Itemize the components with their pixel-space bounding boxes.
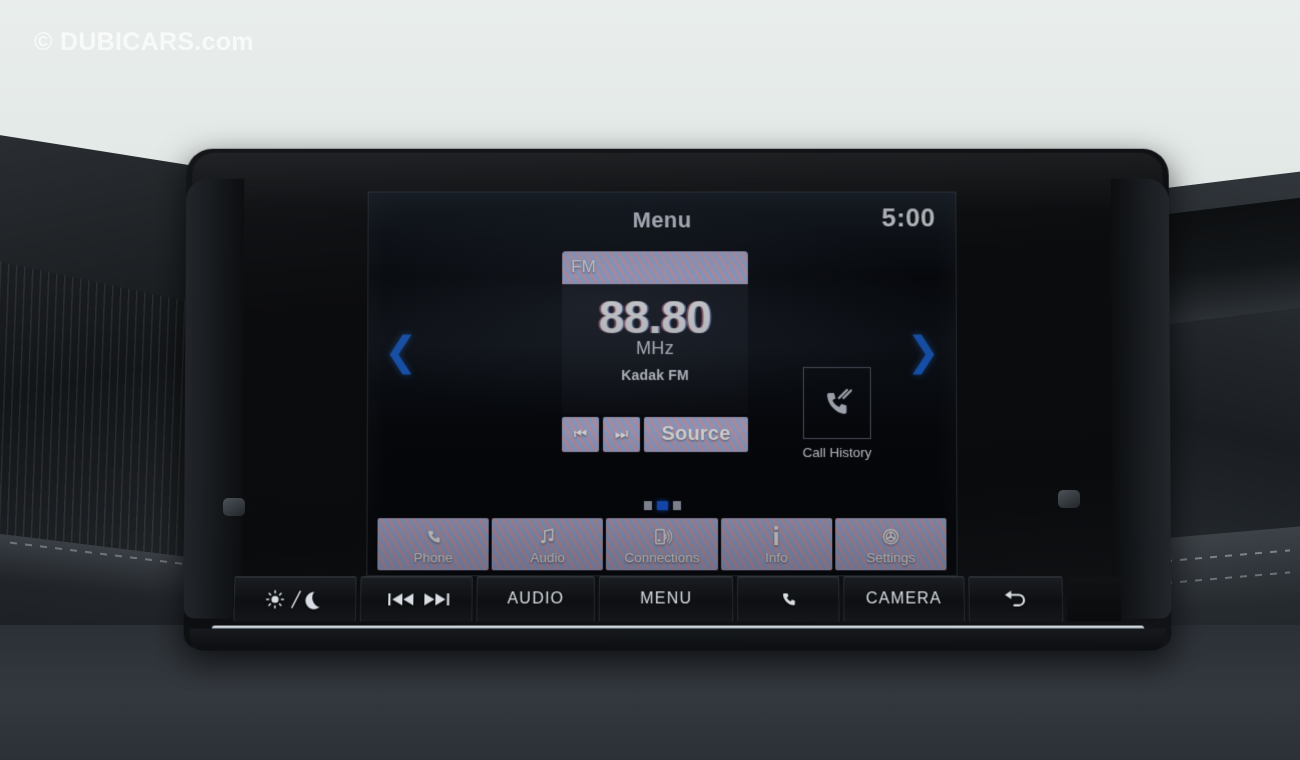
- hardkey-blank: [1066, 576, 1122, 622]
- track-prev-next-icon: [380, 590, 452, 608]
- volume-knob-dimple: [223, 498, 245, 516]
- skip-backward-icon: ⏮: [573, 426, 588, 444]
- page-indicator: [368, 501, 957, 511]
- fm-frequency-unit: MHz: [636, 338, 674, 359]
- app-tile-label: Settings: [866, 550, 916, 566]
- app-tile-label: Audio: [530, 550, 565, 566]
- housing-base: [189, 628, 1166, 651]
- clock: 5:00: [881, 202, 936, 233]
- call-history-label: Call History: [802, 445, 872, 461]
- app-shortcut-bar: Phone Audio Connections Info Settings: [377, 518, 947, 571]
- app-tile-label: Info: [765, 550, 788, 566]
- housing-right-bevel: [1110, 178, 1172, 619]
- infotainment-screen[interactable]: Menu 5:00 ❮ ❯ FM 88.80 MHz Kadak FM ⏮ ⏭ …: [367, 192, 957, 576]
- page-dot-active[interactable]: [656, 501, 668, 511]
- head-unit-housing: Menu 5:00 ❮ ❯ FM 88.80 MHz Kadak FM ⏮ ⏭ …: [183, 148, 1172, 651]
- housing-left-bevel: [183, 178, 245, 619]
- fm-frequency: 88.80: [598, 291, 712, 344]
- hardkey-phone[interactable]: [737, 576, 840, 622]
- app-tile-phone[interactable]: Phone: [377, 518, 489, 571]
- chevron-left-icon[interactable]: ❮: [384, 330, 418, 374]
- page-dot[interactable]: [672, 501, 681, 511]
- call-history-tile: [802, 367, 872, 440]
- hardkey-menu[interactable]: MENU: [599, 576, 734, 622]
- music-note-icon: [537, 523, 558, 549]
- watermark: © DUBICARS.com: [34, 28, 254, 56]
- skip-backward-button[interactable]: ⏮: [561, 417, 599, 453]
- skip-forward-button[interactable]: ⏭: [602, 417, 640, 453]
- app-tile-connections[interactable]: Connections: [606, 518, 718, 571]
- app-tile-audio[interactable]: Audio: [491, 518, 604, 571]
- chevron-right-icon[interactable]: ❯: [906, 330, 940, 374]
- brightness-day-night-icon: [263, 587, 328, 611]
- fm-widget-header: FM: [562, 251, 748, 285]
- tune-scroll-knob-dimple: [1058, 490, 1080, 508]
- app-tile-info[interactable]: Info: [720, 518, 833, 571]
- phone-connect-icon: [650, 523, 673, 549]
- info-i-icon: [770, 523, 782, 549]
- call-history-shortcut[interactable]: Call History: [798, 367, 876, 467]
- fm-station-name: Kadak FM: [621, 367, 689, 384]
- app-tile-label: Phone: [413, 550, 453, 566]
- skip-forward-icon: ⏭: [614, 426, 629, 444]
- gear-icon: [879, 523, 902, 549]
- app-tile-settings[interactable]: Settings: [835, 518, 947, 571]
- hardkey-row: AUDIO MENU CAMERA: [233, 576, 1122, 622]
- missed-call-icon: [817, 383, 857, 423]
- hardkey-camera[interactable]: CAMERA: [843, 576, 965, 622]
- phone-handset-icon: [777, 588, 799, 610]
- page-title: Menu: [632, 207, 692, 233]
- status-bar: Menu 5:00: [369, 200, 956, 236]
- hardkey-audio[interactable]: AUDIO: [476, 576, 596, 622]
- fm-radio-widget[interactable]: FM 88.80 MHz Kadak FM: [561, 251, 749, 414]
- page-dot[interactable]: [643, 501, 652, 511]
- fm-control-bar: ⏮ ⏭ Source: [561, 417, 749, 453]
- hardkey-brightness[interactable]: [233, 576, 358, 622]
- source-button[interactable]: Source: [643, 417, 749, 453]
- app-tile-label: Connections: [624, 550, 700, 566]
- screenshot-root: © DUBICARS.com VOL PUSH TUNE·SCROLL PUSH…: [0, 0, 1300, 760]
- hardkey-track[interactable]: [360, 576, 473, 622]
- back-arrow-icon: [1002, 588, 1030, 610]
- fm-band-label: FM: [571, 257, 596, 277]
- phone-handset-icon: [423, 523, 444, 549]
- hardkey-back[interactable]: [967, 576, 1064, 622]
